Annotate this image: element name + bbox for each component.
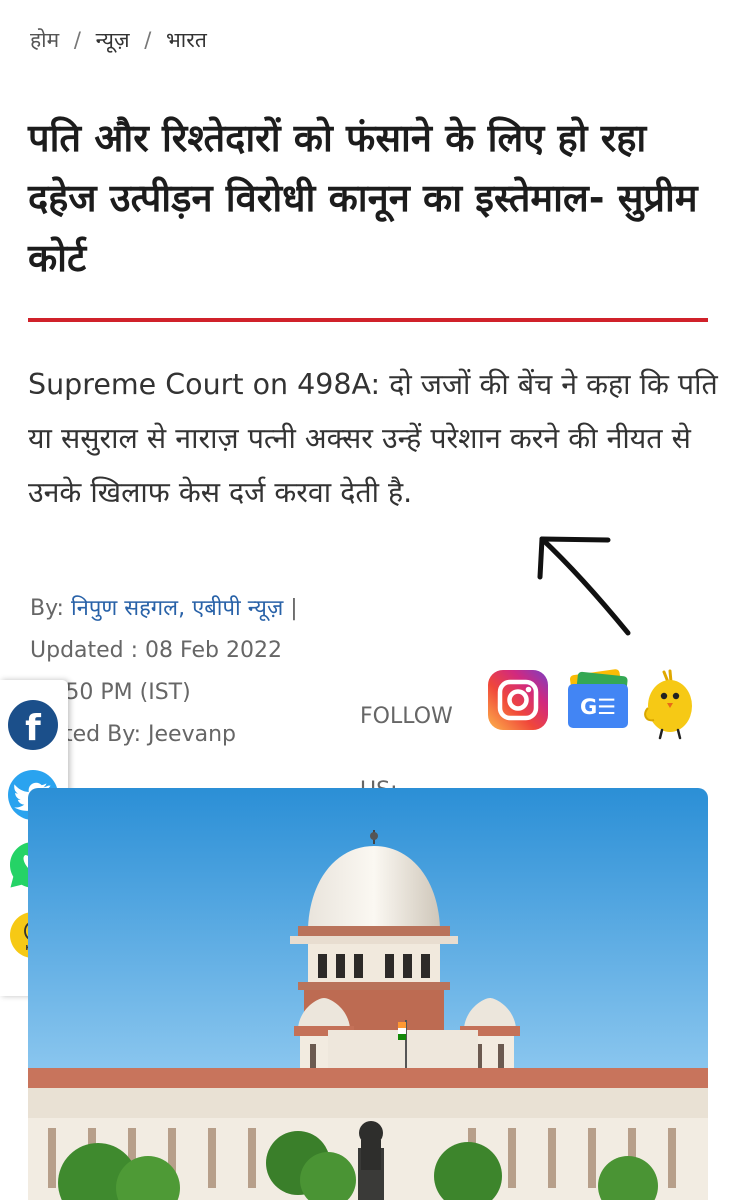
updated-date: Updated : 08 Feb 2022 xyxy=(30,638,282,663)
byline-by-label: By: xyxy=(30,596,64,621)
breadcrumb: होम / न्यूज़ / भारत xyxy=(30,26,207,54)
google-news-icon[interactable]: G☰ xyxy=(564,668,634,732)
supreme-court-building-image xyxy=(28,788,708,1200)
article-hero-image xyxy=(28,788,708,1200)
facebook-glyph: f xyxy=(25,708,41,749)
breadcrumb-separator: / xyxy=(73,28,81,52)
breadcrumb-separator: / xyxy=(144,28,152,52)
byline-divider: | xyxy=(290,596,298,621)
byline: By: निपुण सहगल, एबीपी न्यूज़ | Updated :… xyxy=(30,588,360,756)
edited-by: Edited By: Jeevanp xyxy=(30,722,236,747)
facebook-share-button[interactable]: f xyxy=(8,700,58,750)
facebook-icon: f xyxy=(25,708,41,749)
instagram-icon[interactable] xyxy=(486,668,550,732)
breadcrumb-category[interactable]: भारत xyxy=(166,28,207,52)
breadcrumb-news[interactable]: न्यूज़ xyxy=(96,28,130,52)
article-summary: Supreme Court on 498A: दो जजों की बेंच न… xyxy=(28,368,718,509)
google-news-glyph: G☰ xyxy=(580,695,616,719)
hand-drawn-arrow-icon xyxy=(537,536,631,636)
updated-time: 10:50 PM (IST) xyxy=(30,680,191,705)
author-link[interactable]: निपुण सहगल, एबीपी न्यूज़ xyxy=(71,596,283,621)
headline-divider xyxy=(28,318,708,322)
koo-icon[interactable] xyxy=(640,668,700,740)
breadcrumb-home[interactable]: होम xyxy=(30,28,59,52)
article-headline: पति और रिश्तेदारों को फंसाने के लिए हो र… xyxy=(28,116,698,280)
